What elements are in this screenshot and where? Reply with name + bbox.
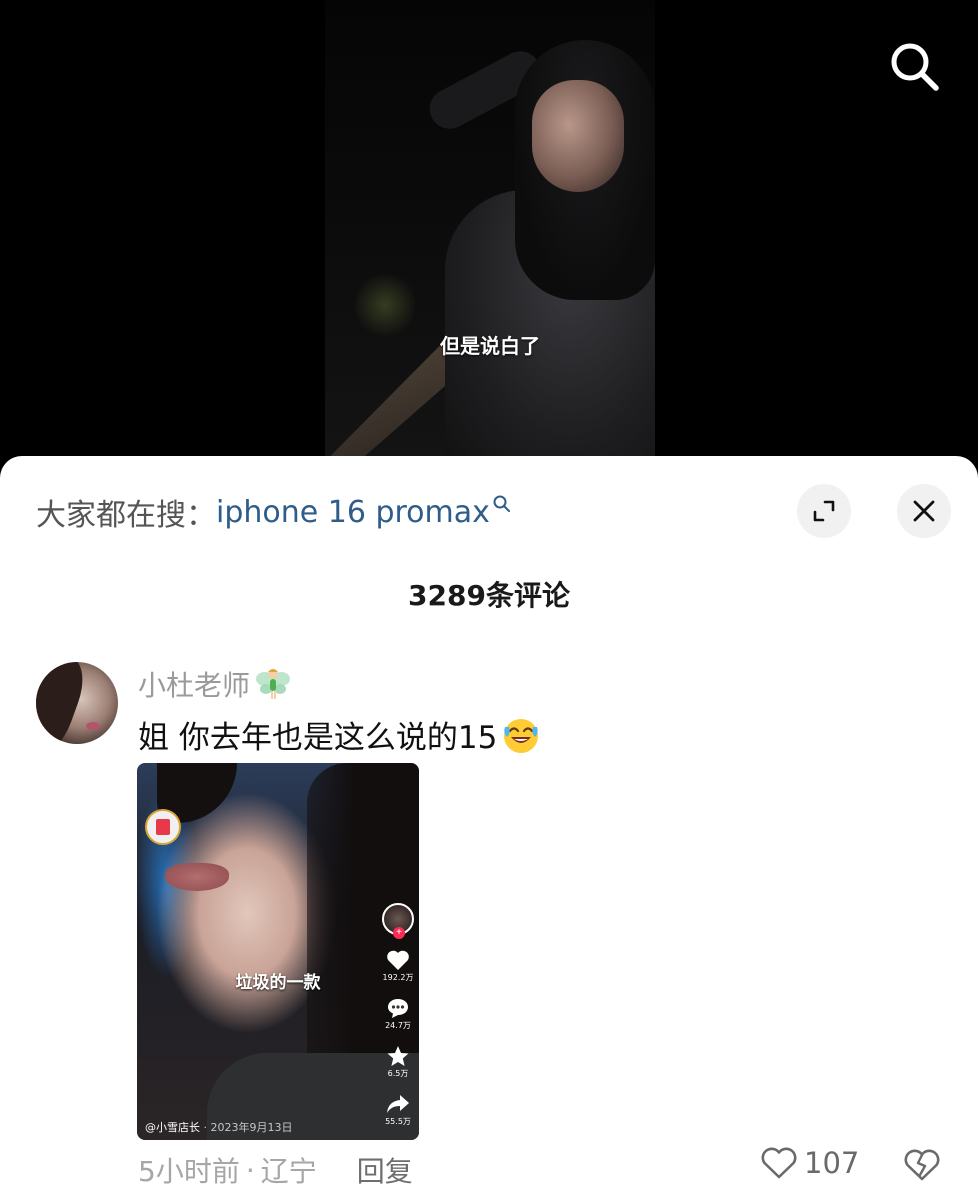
comment-bubble-icon — [388, 999, 408, 1018]
attached-video-comment-count: 24.7万 — [385, 1021, 411, 1030]
comment-dislike-button[interactable] — [903, 1148, 941, 1187]
follow-plus-icon: + — [393, 927, 405, 939]
comment-location: 辽宁 — [260, 1155, 317, 1188]
video-frame[interactable] — [325, 0, 655, 470]
share-arrow-icon — [387, 1095, 409, 1113]
attached-video-like-count: 192.2万 — [382, 973, 414, 982]
commenter-username[interactable]: 小杜老师 — [138, 664, 250, 704]
attached-video-share-count: 55.5万 — [385, 1117, 411, 1126]
attached-video-share: 55.5万 — [385, 1093, 411, 1127]
comment-meta-row: 5小时前 · 辽宁 回复 — [138, 1150, 413, 1190]
comment-time: 5小时前 — [138, 1155, 240, 1188]
heart-outline-icon — [761, 1147, 797, 1179]
attached-video-comments: 24.7万 — [385, 997, 411, 1031]
attached-video-action-rail: + 192.2万 24.7万 6.5万 55.5万 — [381, 903, 415, 1127]
comment-count-title: 3289条评论 — [408, 579, 570, 612]
small-search-icon — [493, 495, 510, 512]
trending-search-prefix: 大家都在搜： — [36, 498, 216, 533]
attached-video-author-avatar: + — [382, 903, 414, 939]
video-figure-face — [532, 80, 624, 192]
app-screen: 但是说白了 大家都在搜： iphone 16 promax 3289条评论 小杜… — [0, 0, 978, 1200]
comment-like-count: 107 — [804, 1146, 860, 1180]
search-icon — [891, 43, 939, 91]
expand-icon — [813, 500, 835, 522]
trending-search-row: 大家都在搜： iphone 16 promax — [36, 492, 512, 533]
commenter-name-row: 小杜老师 — [138, 664, 292, 704]
attached-video-subtitle: 垃圾的一款 — [235, 973, 321, 993]
video-player[interactable]: 但是说白了 — [0, 0, 978, 470]
comment-attached-video[interactable]: 垃圾的一款 + 192.2万 24.7万 6.5万 55.5万 @小雪店长 · … — [137, 763, 419, 1140]
attached-video-footer: @小雪店长 · 2023年9月13日 — [145, 1119, 292, 1135]
broken-heart-icon — [904, 1149, 940, 1181]
comment-text-row: 姐 你去年也是这么说的15 — [138, 712, 541, 757]
heart-icon — [387, 950, 409, 970]
star-icon — [387, 1046, 409, 1066]
red-packet-icon — [145, 809, 181, 845]
search-button[interactable] — [886, 38, 942, 94]
attached-video-date: · 2023年9月13日 — [203, 1121, 293, 1134]
expand-button[interactable] — [797, 484, 851, 538]
video-subtitle: 但是说白了 — [440, 334, 540, 358]
comment-like-button[interactable]: 107 — [760, 1146, 859, 1180]
attached-video-favorite-count: 6.5万 — [387, 1069, 409, 1078]
comment-sheet: 大家都在搜： iphone 16 promax 3289条评论 小杜老师 姐 你… — [0, 456, 978, 1200]
fairy-emoji-icon — [256, 669, 291, 699]
commenter-avatar[interactable] — [36, 662, 118, 744]
attached-video-like: 192.2万 — [382, 949, 414, 983]
comment-text: 姐 你去年也是这么说的15 — [138, 720, 498, 756]
attached-video-favorites: 6.5万 — [386, 1045, 410, 1079]
reply-button[interactable]: 回复 — [357, 1150, 413, 1190]
trending-search-keyword[interactable]: iphone 16 promax — [216, 495, 490, 530]
attached-video-author: @小雪店长 — [145, 1121, 200, 1134]
attached-video-lips — [165, 863, 229, 891]
comment-meta-separator: · — [245, 1153, 255, 1187]
crying-laughing-emoji-icon — [504, 718, 539, 753]
close-button[interactable] — [897, 484, 951, 538]
close-icon — [913, 500, 935, 522]
